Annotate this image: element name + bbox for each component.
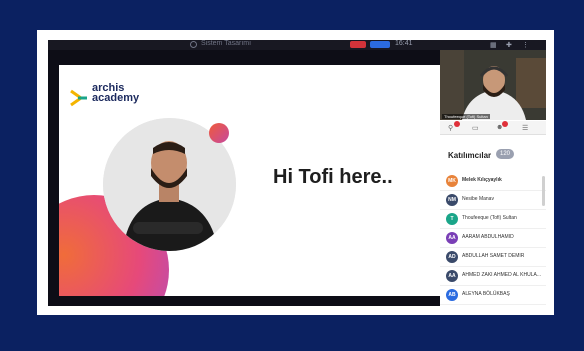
participant-item[interactable]: AA AARAM ABDULHAMID [440, 229, 546, 248]
participant-avatar: MK [446, 175, 458, 187]
participant-item[interactable]: NM Nesibe Manav [440, 191, 546, 210]
participant-name: ALEYNA BÖLÜKBAŞ [462, 291, 510, 297]
participant-name: AHMED ZAKI AHMED AL KHULA... [462, 272, 542, 278]
record-button[interactable] [350, 41, 366, 48]
participants-badge [502, 121, 508, 127]
participant-avatar: AA [446, 270, 458, 282]
sidebar-controls: ⚲ ▭ ☻ ☰ [440, 121, 546, 135]
chat-icon[interactable]: ▭ [472, 124, 479, 132]
participant-video-name: Thoufeeque (Tofi) Sultan [442, 114, 490, 119]
participant-avatar: AD [446, 251, 458, 263]
participant-item[interactable]: AA AHMED ZAKI AHMED AL KHULA... [440, 267, 546, 286]
archis-logo-icon [70, 89, 87, 107]
participant-item[interactable]: AD ABDULLAH SAMET DEMIR [440, 248, 546, 267]
camera-icon[interactable] [190, 41, 197, 48]
participant-item[interactable]: MK Melek Kılıçyaylık [440, 172, 546, 191]
video-feed [440, 50, 546, 120]
more-icon[interactable]: ⋮ [522, 41, 529, 49]
participants-title: Katılımcılar [448, 151, 492, 160]
participant-avatar: NM [446, 194, 458, 206]
participant-name: Thoufeeque (Tofi) Sultan [462, 215, 517, 221]
grid-icon[interactable]: ▦ [490, 41, 497, 49]
participant-avatar: AB [446, 289, 458, 301]
meeting-time: 16:41 [395, 40, 413, 47]
participant-avatar: AA [446, 232, 458, 244]
participant-list: MK Melek Kılıçyaylık NM Nesibe Manav T Thoufe… [440, 172, 546, 305]
mic-icon[interactable]: ⚲ [448, 124, 453, 132]
gradient-dot [209, 123, 229, 143]
participant-video[interactable]: Thoufeeque (Tofi) Sultan [440, 50, 546, 120]
logo-line-2: academy [92, 92, 140, 104]
slide-headline: Hi Tofi here.. [273, 166, 393, 188]
participant-avatar: T [446, 213, 458, 225]
participant-name: Melek Kılıçyaylık [462, 177, 502, 183]
meeting-title: Sistem Tasarımı [201, 40, 252, 47]
pin-icon[interactable]: ✚ [506, 41, 512, 49]
meeting-toolbar: Sistem Tasarımı 16:41 ▦ ✚ ⋮ [48, 40, 546, 50]
participant-name: ABDULLAH SAMET DEMIR [462, 253, 525, 259]
participant-item[interactable]: AB ALEYNA BÖLÜKBAŞ [440, 286, 546, 305]
shared-slide: archis academy Hi Tofi here.. [59, 65, 440, 296]
participant-name: Nesibe Manav [462, 196, 494, 202]
participant-name: AARAM ABDULHAMID [462, 234, 514, 240]
right-sidebar: Thoufeeque (Tofi) Sultan ⚲ ▭ ☻ ☰ Katılım… [440, 50, 546, 306]
participant-item[interactable]: T Thoufeeque (Tofi) Sultan [440, 210, 546, 229]
participant-list-scrollbar[interactable] [542, 176, 545, 206]
live-button[interactable] [370, 41, 390, 48]
participants-count-badge: 120 [496, 149, 515, 159]
video-call-window: Sistem Tasarımı 16:41 ▦ ✚ ⋮ archis acade… [48, 40, 546, 306]
archis-logo-text: archis academy [92, 83, 140, 104]
mic-badge [454, 121, 460, 127]
list-icon[interactable]: ☰ [522, 124, 528, 132]
